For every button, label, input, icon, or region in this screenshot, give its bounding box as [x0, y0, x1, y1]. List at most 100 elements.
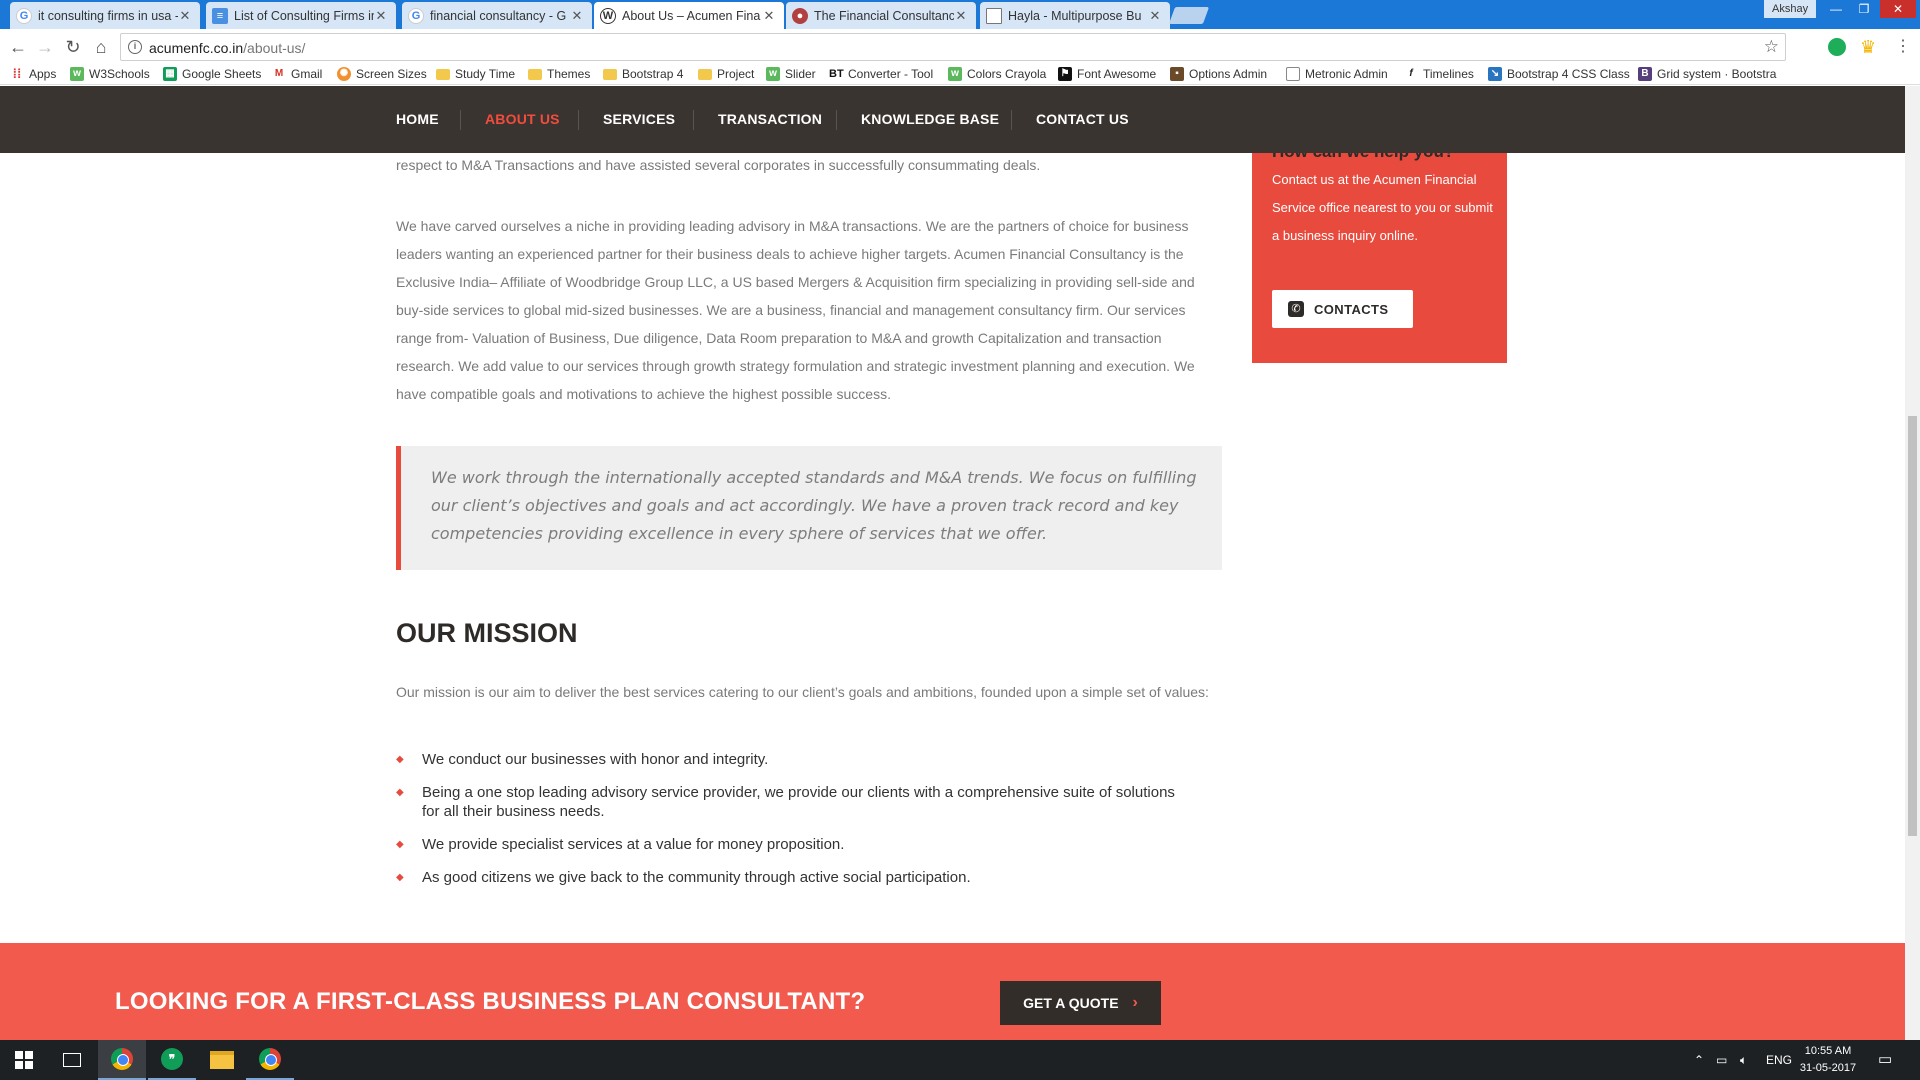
get-a-quote-button[interactable]: GET A QUOTE ›: [1000, 981, 1161, 1025]
bookmark-timelines[interactable]: f Timelines: [1404, 67, 1474, 81]
bullet-icon: ◆: [396, 787, 404, 798]
nav-divider: [1011, 110, 1012, 130]
info-icon[interactable]: i: [128, 40, 142, 54]
taskbar-file-explorer[interactable]: [198, 1040, 246, 1080]
taskbar-chrome-2[interactable]: [246, 1040, 294, 1080]
font-awesome-icon: ⚑: [1058, 67, 1072, 81]
taskbar-clock[interactable]: 10:55 AM 31-05-2017: [1796, 1043, 1860, 1077]
url-path: /about-us/: [243, 40, 306, 56]
browser-tab[interactable]: G it consulting firms in usa - ✕: [10, 2, 200, 29]
bookmarks-bar: ⁞⁞ Apps w W3Schools ▦ Google Sheets M Gmail …: [0, 65, 1920, 85]
mission-item-text: We conduct our businesses with honor and…: [422, 751, 769, 768]
contacts-button[interactable]: ✆ CONTACTS: [1272, 290, 1413, 328]
bookmark-gmail[interactable]: M Gmail: [272, 67, 322, 81]
nav-home[interactable]: HOME: [396, 86, 439, 153]
mission-list-item: ◆ As good citizens we give back to the c…: [396, 868, 1216, 887]
volume-muted-icon[interactable]: 🔈︎: [1740, 1040, 1747, 1080]
bookmark-options-admin[interactable]: ▪ Options Admin: [1170, 67, 1267, 81]
bookmark-label: Timelines: [1423, 67, 1474, 81]
clock-date: 31-05-2017: [1799, 1062, 1857, 1074]
notifications-icon[interactable]: ▭: [1878, 1040, 1892, 1080]
nav-transaction[interactable]: TRANSACTION: [718, 86, 822, 153]
restore-icon[interactable]: ❐: [1850, 0, 1878, 18]
taskbar-hangouts[interactable]: ❞: [148, 1040, 196, 1080]
close-icon[interactable]: ✕: [1148, 8, 1162, 24]
browser-tab[interactable]: G financial consultancy - G ✕: [402, 2, 592, 29]
nav-services[interactable]: SERVICES: [603, 86, 675, 153]
start-button[interactable]: [0, 1040, 48, 1080]
bookmark-grid-system[interactable]: B Grid system · Bootstra: [1638, 67, 1776, 81]
document-icon: ≡: [212, 7, 228, 24]
bookmark-label: Grid system · Bootstra: [1657, 67, 1777, 81]
bookmark-label: Bootstrap 4: [622, 67, 684, 81]
nav-about-us[interactable]: ABOUT US: [485, 86, 560, 153]
mission-list-item: ◆ Being a one stop leading advisory serv…: [396, 783, 1196, 821]
close-window-icon[interactable]: ✕: [1880, 0, 1916, 18]
windows-logo-icon: [15, 1051, 33, 1069]
bookmark-label: Gmail: [291, 67, 323, 81]
address-bar[interactable]: i acumenfc.co.in/about-us/ ☆: [120, 33, 1786, 61]
bookmark-bootstrap-4[interactable]: Bootstrap 4: [603, 67, 683, 81]
minimize-icon[interactable]: —: [1822, 0, 1850, 18]
nav-knowledge-base[interactable]: KNOWLEDGE BASE: [861, 86, 999, 153]
chevron-right-icon: ›: [1132, 994, 1138, 1011]
extension-green-icon[interactable]: [1828, 38, 1846, 56]
bookmark-label: Google Sheets: [182, 67, 262, 81]
tray-overflow-icon[interactable]: ⌃: [1694, 1040, 1704, 1080]
w3schools-icon: w: [70, 67, 84, 81]
close-icon[interactable]: ✕: [570, 8, 584, 24]
menu-icon[interactable]: ⋮: [1894, 38, 1912, 56]
bookmark-font-awesome[interactable]: ⚑ Font Awesome: [1058, 67, 1156, 81]
w3schools-icon: w: [948, 67, 962, 81]
browser-tab[interactable]: ● The Financial Consultanc ✕: [786, 2, 976, 29]
close-icon[interactable]: ✕: [374, 8, 388, 24]
folder-icon: [698, 68, 712, 80]
task-view-button[interactable]: [48, 1040, 96, 1080]
page-viewport: respect to M&A Transactions and have ass…: [0, 86, 1905, 1040]
mission-item-text: Being a one stop leading advisory servic…: [422, 784, 1175, 820]
bookmark-screen-sizes[interactable]: ✺ Screen Sizes: [337, 67, 427, 81]
network-icon[interactable]: ▭: [1716, 1040, 1727, 1080]
bookmark-star-icon[interactable]: ☆: [1764, 37, 1779, 57]
new-tab-button[interactable]: [1168, 7, 1210, 24]
nav-contact-us[interactable]: CONTACT US: [1036, 86, 1129, 153]
browser-tab[interactable]: Hayla - Multipurpose Bu ✕: [980, 2, 1170, 29]
page-scrollbar[interactable]: [1905, 86, 1920, 1040]
bookmark-converter[interactable]: BT Converter - Tool: [829, 67, 933, 81]
folder-icon: [528, 68, 542, 80]
browser-tab[interactable]: ≡ List of Consulting Firms in ✕: [206, 2, 396, 29]
nav-divider: [836, 110, 837, 130]
crown-extension-icon[interactable]: ♛: [1860, 38, 1878, 56]
chrome-icon: [259, 1048, 281, 1070]
google-icon: G: [408, 7, 424, 24]
folder-icon: [436, 68, 450, 80]
bt-icon: BT: [829, 68, 844, 80]
scrollbar-thumb[interactable]: [1908, 416, 1917, 836]
mission-list-item: ◆ We conduct our businesses with honor a…: [396, 750, 1216, 769]
nav-divider: [578, 110, 579, 130]
get-a-quote-label: GET A QUOTE: [1023, 995, 1119, 1011]
tab-title: The Financial Consultanc: [814, 8, 954, 23]
close-icon[interactable]: ✕: [178, 8, 192, 24]
home-icon[interactable]: ⌂: [89, 35, 113, 59]
bookmark-colors-crayola[interactable]: w Colors Crayola: [948, 67, 1046, 81]
bookmark-apps[interactable]: ⁞⁞ Apps: [10, 67, 57, 82]
profile-button[interactable]: Akshay: [1764, 0, 1817, 18]
bookmark-metronic-admin[interactable]: Metronic Admin: [1286, 67, 1388, 81]
bookmark-slider[interactable]: w Slider: [766, 67, 816, 81]
back-icon[interactable]: ←: [6, 35, 30, 59]
bookmark-google-sheets[interactable]: ▦ Google Sheets: [163, 67, 261, 81]
bookmark-w3schools[interactable]: w W3Schools: [70, 67, 150, 81]
bookmark-bootstrap-4-css[interactable]: ↘ Bootstrap 4 CSS Class: [1488, 67, 1630, 81]
gmail-icon: M: [272, 67, 286, 81]
close-icon[interactable]: ✕: [954, 8, 968, 24]
browser-tab-active[interactable]: W About Us – Acumen Fina ✕: [594, 2, 784, 30]
forward-icon[interactable]: →: [33, 35, 57, 59]
reload-icon[interactable]: ↻: [61, 35, 85, 59]
close-icon[interactable]: ✕: [762, 8, 776, 24]
bookmark-project[interactable]: Project: [698, 67, 754, 81]
bookmark-study-time[interactable]: Study Time: [436, 67, 515, 81]
taskbar-chrome[interactable]: [98, 1040, 146, 1080]
input-language[interactable]: ENG: [1766, 1040, 1792, 1080]
bookmark-themes[interactable]: Themes: [528, 67, 590, 81]
